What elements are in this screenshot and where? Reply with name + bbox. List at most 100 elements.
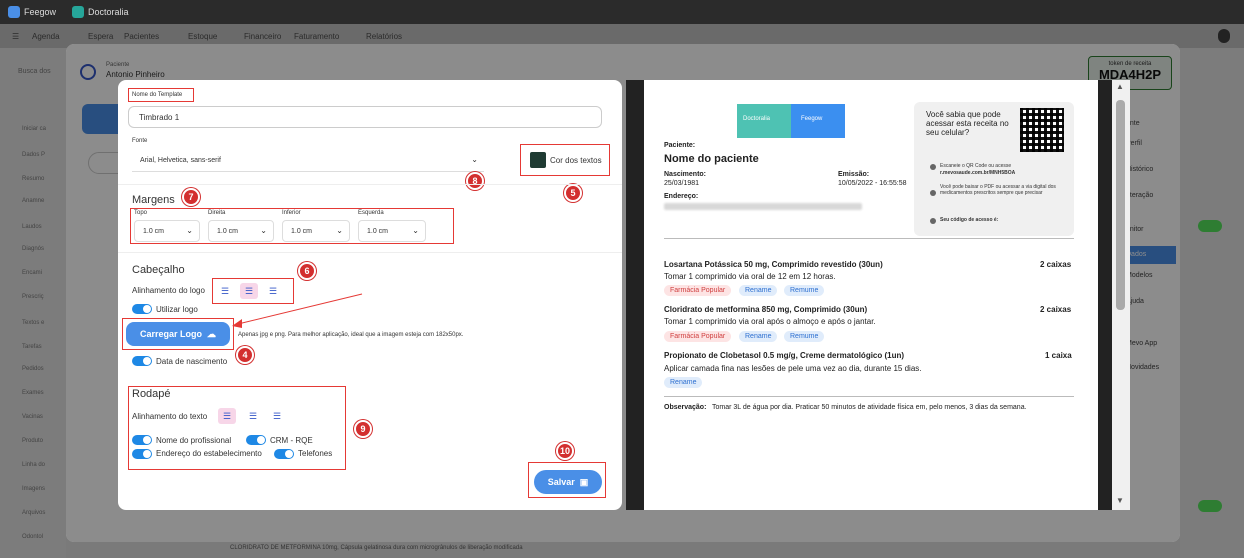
use-logo-toggle[interactable] [132, 304, 152, 314]
tab-feegow[interactable]: Feegow [8, 4, 56, 20]
sidebar-item[interactable]: Vacinas [22, 414, 43, 420]
nav-relatorios[interactable]: Relatórios [366, 32, 402, 41]
sidebar-item[interactable]: Anamne [22, 198, 44, 204]
header-section-title: Cabeçalho [132, 264, 185, 276]
birth-date-toggle[interactable] [132, 356, 152, 366]
sidebar-item[interactable]: Diagnós [22, 246, 44, 252]
margin-top-select[interactable]: 1.0 cm ⌄ [134, 220, 200, 242]
emission-label: Emissão: [838, 171, 870, 178]
sidebar-item[interactable]: Exames [22, 390, 44, 396]
margin-left-label: Esquerda [358, 210, 384, 216]
align-right-icon[interactable]: ☰ [268, 408, 286, 424]
sidebar-item[interactable]: Arquivos [22, 510, 45, 516]
save-button[interactable]: Salvar ▣ [534, 470, 602, 494]
address-toggle[interactable] [132, 449, 152, 459]
sidebar-item[interactable]: Prescriç [22, 294, 44, 300]
bg-toggle [1198, 500, 1222, 512]
step-3-dot [930, 218, 936, 224]
text-align-label: Alinhamento do texto [132, 412, 208, 421]
margin-right-label: Direita [208, 210, 226, 216]
upload-logo-label: Carregar Logo [139, 329, 202, 339]
nav-pacientes[interactable]: Pacientes [124, 32, 159, 41]
chevron-down-icon: ⌄ [336, 226, 343, 235]
nav-estoque[interactable]: Estoque [188, 32, 217, 41]
tab-label: Feegow [24, 7, 57, 17]
birth-value: 25/03/1981 [664, 180, 700, 187]
sidebar-item[interactable]: Tarefas [22, 344, 42, 350]
qr-code-icon [1020, 108, 1064, 152]
sidebar-item[interactable]: Iniciar ca [22, 126, 46, 132]
med-instructions: Tomar 1 comprimido via oral de 12 em 12 … [664, 272, 836, 281]
observation-label: Observação: [664, 404, 707, 411]
phones-toggle[interactable] [274, 449, 294, 459]
scroll-thumb[interactable] [1116, 100, 1125, 310]
margin-right-select[interactable]: 1.0 cm ⌄ [208, 220, 274, 242]
prof-name-toggle[interactable] [132, 435, 152, 445]
template-name-label: Nome do Template [132, 92, 183, 98]
sidebar-item[interactable]: Produto [22, 438, 43, 444]
doctoralia-icon [72, 6, 84, 18]
search-input[interactable]: Busca dos [18, 68, 51, 75]
margin-value: 1.0 cm [143, 227, 165, 235]
sidebar-item[interactable]: Odontol [22, 534, 43, 540]
blurred-address [664, 203, 862, 210]
chevron-down-icon: ⌄ [260, 226, 267, 235]
background-sidebar: Busca dos Iniciar ca Dados P Resumo Anam… [0, 48, 66, 558]
margin-value: 1.0 cm [217, 227, 239, 235]
logo-align-label: Alinhamento do logo [132, 286, 205, 295]
divider [118, 184, 622, 185]
sidebar-item[interactable]: Linha do [22, 462, 45, 468]
nav-faturamento[interactable]: Faturamento [294, 32, 339, 41]
sidebar-item[interactable]: Encami [22, 270, 42, 276]
upload-logo-button[interactable]: Carregar Logo ☁ [126, 322, 230, 346]
avatar[interactable] [1218, 29, 1230, 43]
text-color-swatch[interactable] [530, 152, 546, 168]
font-value: Arial, Helvetica, sans-serif [140, 157, 221, 164]
align-left-icon[interactable]: ☰ [218, 408, 236, 424]
text-color-label: Cor dos textos [550, 156, 602, 165]
med-qty: 2 caixas [1040, 305, 1072, 314]
step-badge-10: 10 [556, 442, 574, 460]
step-badge-7: 7 [182, 188, 200, 206]
nav-agenda[interactable]: Agenda [32, 32, 60, 41]
nav-financeiro[interactable]: Financeiro [244, 32, 281, 41]
template-name-input[interactable]: Timbrado 1 [128, 106, 602, 128]
rename-tag: Rename [664, 377, 703, 388]
annotation-arrow [232, 293, 363, 328]
align-center-icon[interactable]: ☰ [244, 408, 262, 424]
patient-label: Paciente: [664, 142, 696, 149]
preview-scrollbar[interactable]: ▲ ▼ [1112, 80, 1130, 510]
step-badge-9: 9 [354, 420, 372, 438]
address-label: Endereço: [664, 193, 699, 200]
margin-top-label: Topo [134, 210, 148, 216]
med-instructions: Tomar 1 comprimido via oral após o almoç… [664, 317, 876, 326]
scroll-down-icon[interactable]: ▼ [1116, 496, 1124, 505]
bg-toggle [1198, 220, 1222, 232]
menu-icon[interactable]: ☰ [12, 32, 19, 41]
farmacia-popular-tag: Farmácia Popular [664, 331, 732, 342]
font-select[interactable]: Arial, Helvetica, sans-serif ⌄ [132, 150, 484, 172]
sidebar-item[interactable]: Resumo [22, 176, 44, 182]
browser-tab-bar: Feegow Doctoralia [0, 0, 1244, 24]
background-right-area [1180, 48, 1244, 558]
chevron-down-icon: ⌄ [412, 226, 419, 235]
qr-step1: Escaneie o QR Code ou acesse [940, 163, 1012, 169]
qr-step3: Seu código de acesso é: [940, 217, 999, 223]
upload-hint: Apenas jpg e png. Para melhor aplicação,… [238, 332, 464, 338]
doctoralia-logo-text: Doctoralia [743, 116, 771, 122]
step-badge-4: 4 [236, 346, 254, 364]
crm-toggle[interactable] [246, 435, 266, 445]
remume-tag: Remume [784, 331, 825, 342]
sidebar-item[interactable]: Textos e [22, 320, 44, 326]
margin-left-select[interactable]: 1.0 cm ⌄ [358, 220, 426, 242]
sidebar-item[interactable]: Laudos [22, 224, 42, 230]
nav-espera[interactable]: Espera [88, 32, 113, 41]
sidebar-item[interactable]: Pedidos [22, 366, 44, 372]
sidebar-item[interactable]: Imagens [22, 486, 45, 492]
footer-section-title: Rodapé [132, 388, 171, 400]
scroll-up-icon[interactable]: ▲ [1116, 82, 1124, 91]
margin-bottom-select[interactable]: 1.0 cm ⌄ [282, 220, 350, 242]
step-badge-8: 8 [466, 172, 484, 190]
sidebar-item[interactable]: Dados P [22, 152, 45, 158]
tab-doctoralia[interactable]: Doctoralia [72, 4, 129, 20]
